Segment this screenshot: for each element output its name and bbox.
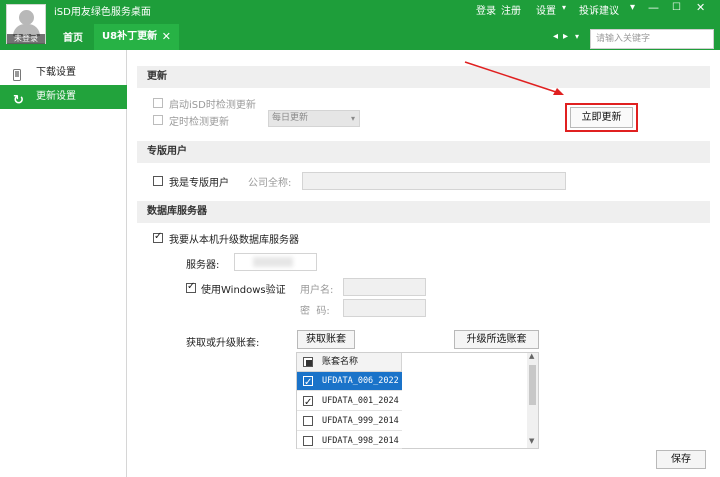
account-name: UFDATA_998_2014 xyxy=(322,436,399,446)
sidebar: 下载设置 ↻ 更新设置 xyxy=(0,50,127,477)
server-value-blur xyxy=(253,257,293,267)
grid-scrollbar[interactable]: ▲ ▼ xyxy=(527,352,538,448)
update-now-button[interactable]: 立即更新 xyxy=(570,107,633,128)
search-input[interactable]: 请输入关键字 xyxy=(590,29,714,49)
section-pro-user-title: 专版用户 xyxy=(137,141,710,163)
back-icon[interactable]: ◂ xyxy=(553,31,558,42)
forward-icon[interactable]: ▸ xyxy=(563,31,568,42)
windows-auth-label: 使用Windows验证 xyxy=(201,285,286,296)
grid-header-account-name: 账套名称 xyxy=(322,357,359,367)
app-title: iSD用友绿色服务桌面 xyxy=(54,7,151,18)
username-label: 用户名: xyxy=(300,285,334,296)
avatar-head-icon xyxy=(19,10,34,25)
refresh-icon: ↻ xyxy=(13,93,24,108)
server-input[interactable] xyxy=(234,253,317,271)
avatar-login-label: 未登录 xyxy=(7,34,45,44)
server-label: 服务器: xyxy=(186,260,220,271)
sidebar-item-download-settings[interactable]: 下载设置 xyxy=(0,61,127,85)
annotation-arrow-icon xyxy=(464,61,564,95)
select-all-indicator-icon xyxy=(306,360,312,366)
grid-header-row: 账套名称 xyxy=(297,353,402,372)
close-icon[interactable]: ✕ xyxy=(162,24,171,50)
row-checkbox[interactable] xyxy=(303,436,313,446)
upgrade-selected-button[interactable]: 升级所选账套 xyxy=(454,330,539,349)
scrollbar-thumb[interactable] xyxy=(529,365,536,405)
password-label: 密 码: xyxy=(300,306,330,317)
table-row[interactable]: UFDATA_006_2022 xyxy=(297,372,402,392)
chevron-down-icon[interactable]: ▾ xyxy=(562,3,566,12)
accounts-label: 获取或升级账套: xyxy=(186,338,260,349)
register-link[interactable]: 注册 xyxy=(501,2,521,17)
company-name-input[interactable] xyxy=(302,172,566,190)
title-bar: 未登录 iSD用友绿色服务桌面 首页 U8补丁更新 ✕ 登录 注册 设置 ▾ 投… xyxy=(0,0,720,50)
account-name: UFDATA_006_2022 xyxy=(322,376,399,386)
skin-icon[interactable]: ▾ xyxy=(630,2,635,13)
avatar[interactable]: 未登录 xyxy=(6,4,46,44)
tab-u8-patch-update[interactable]: U8补丁更新 ✕ xyxy=(94,24,179,50)
login-link[interactable]: 登录 xyxy=(476,2,496,17)
account-name: UFDATA_999_2014 xyxy=(322,416,399,426)
section-db-server-title: 数据库服务器 xyxy=(137,201,710,223)
frequency-select-value: 每日更新 xyxy=(272,113,309,123)
pro-user-checkbox[interactable] xyxy=(153,176,163,186)
table-row[interactable]: UFDATA_999_2014 xyxy=(297,412,402,431)
row-checkbox[interactable] xyxy=(303,394,313,412)
pro-user-label: 我是专版用户 xyxy=(169,178,229,189)
row-checkbox[interactable] xyxy=(303,374,313,392)
section-update-title: 更新 xyxy=(137,66,710,88)
windows-auth-checkbox[interactable] xyxy=(186,281,196,293)
chevron-down-icon: ▾ xyxy=(350,114,355,123)
check-on-start-label: 启动iSD时检测更新 xyxy=(169,100,256,111)
settings-menu[interactable]: 设置 xyxy=(536,2,556,17)
upgrade-local-db-label: 我要从本机升级数据库服务器 xyxy=(169,235,299,246)
scroll-down-icon[interactable]: ▼ xyxy=(529,437,534,445)
minimize-icon[interactable]: — xyxy=(648,1,659,14)
upgrade-local-db-checkbox[interactable] xyxy=(153,231,163,243)
tab-home[interactable]: 首页 xyxy=(54,28,92,50)
sidebar-item-update-settings[interactable]: ↻ 更新设置 xyxy=(0,85,127,109)
get-accounts-button[interactable]: 获取账套 xyxy=(297,330,355,349)
sidebar-item-label: 下载设置 xyxy=(36,67,76,78)
username-input[interactable] xyxy=(343,278,426,296)
frequency-select[interactable]: 每日更新 ▾ xyxy=(268,110,360,127)
maximize-icon[interactable]: ☐ xyxy=(672,2,681,13)
timed-check-label: 定时检测更新 xyxy=(169,117,229,128)
password-input[interactable] xyxy=(343,299,426,317)
row-checkbox[interactable] xyxy=(303,416,313,426)
save-button[interactable]: 保存 xyxy=(656,450,706,469)
table-row[interactable]: UFDATA_998_2014 xyxy=(297,432,402,449)
select-all-checkbox[interactable] xyxy=(303,357,313,367)
complaint-link[interactable]: 投诉建议 xyxy=(579,2,619,17)
account-name: UFDATA_001_2024 xyxy=(322,396,399,406)
check-on-start-checkbox[interactable] xyxy=(153,98,163,108)
timed-check-checkbox[interactable] xyxy=(153,115,163,125)
table-row[interactable]: UFDATA_001_2024 xyxy=(297,392,402,412)
nav-dropdown-icon[interactable]: ▾ xyxy=(575,32,579,41)
window-close-icon[interactable]: ✕ xyxy=(696,1,705,14)
scroll-up-icon[interactable]: ▲ xyxy=(529,352,534,360)
company-name-label: 公司全称: xyxy=(248,178,292,189)
tab-u8-patch-update-label: U8补丁更新 xyxy=(102,31,158,42)
sidebar-item-label: 更新设置 xyxy=(36,91,76,102)
